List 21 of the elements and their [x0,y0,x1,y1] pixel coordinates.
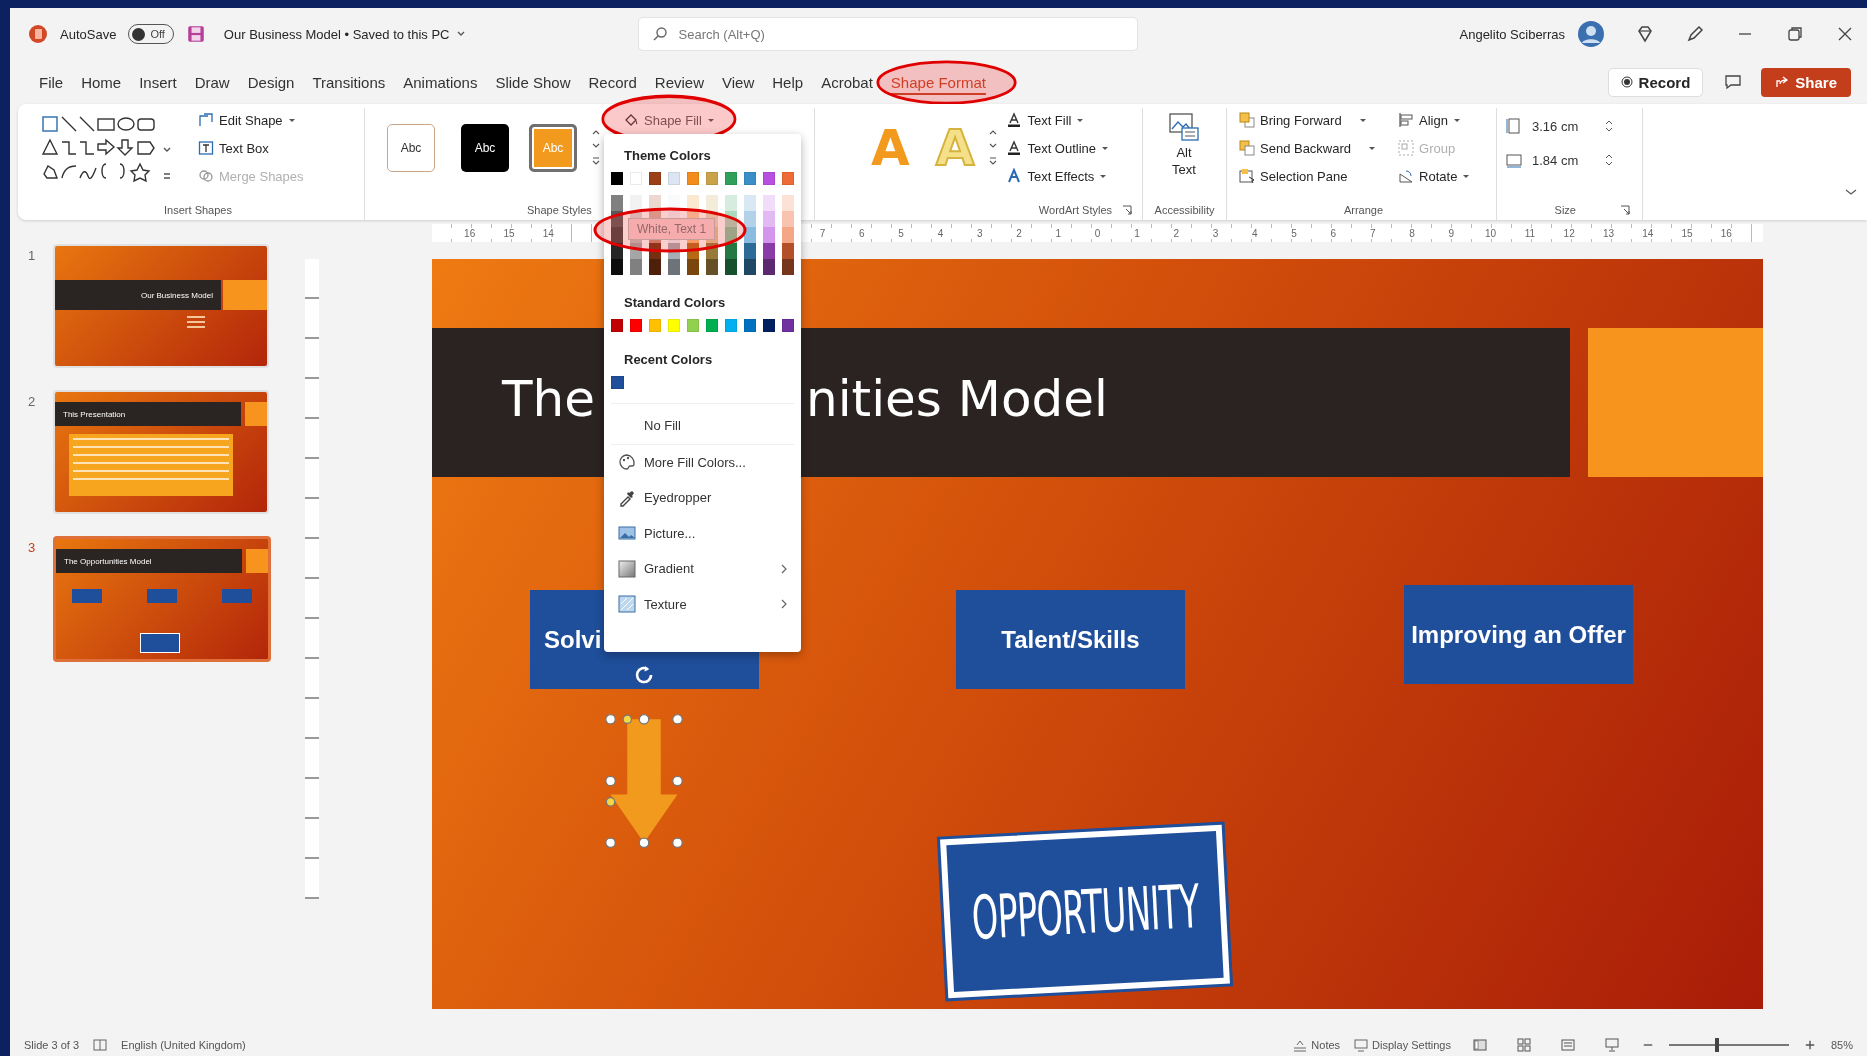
thumbnail-title: Our Business Model [139,290,214,300]
menu-heading: Theme Colors [623,146,712,165]
slide-number: 3 [26,539,37,555]
menu-heading: Standard Colors [623,293,727,312]
thumbnail-title: The Opportunities Model [63,556,153,566]
group-label: Arrange [1342,203,1385,218]
group-label: Size [1554,204,1576,216]
slide-number: 2 [26,393,37,409]
slide-number: 1 [26,247,37,263]
group-label: Shape Styles [526,203,593,218]
thumbnail-title: This Presentation [62,409,127,419]
color-tooltip: White, Text 1 [628,218,716,240]
slide-count: Slide 3 of 3 [24,1039,80,1051]
user-name: Angelito Sciberras [1459,26,1565,42]
menu-heading: Recent Colors [623,350,714,369]
slide-title: The [502,369,595,429]
slide-title: nities Model [806,369,1108,429]
group-label: Accessibility [1153,203,1216,218]
group-label: WordArt Styles [1038,204,1112,216]
group-label: Insert Shapes [163,203,233,218]
autosave-label: AutoSave [60,26,117,42]
